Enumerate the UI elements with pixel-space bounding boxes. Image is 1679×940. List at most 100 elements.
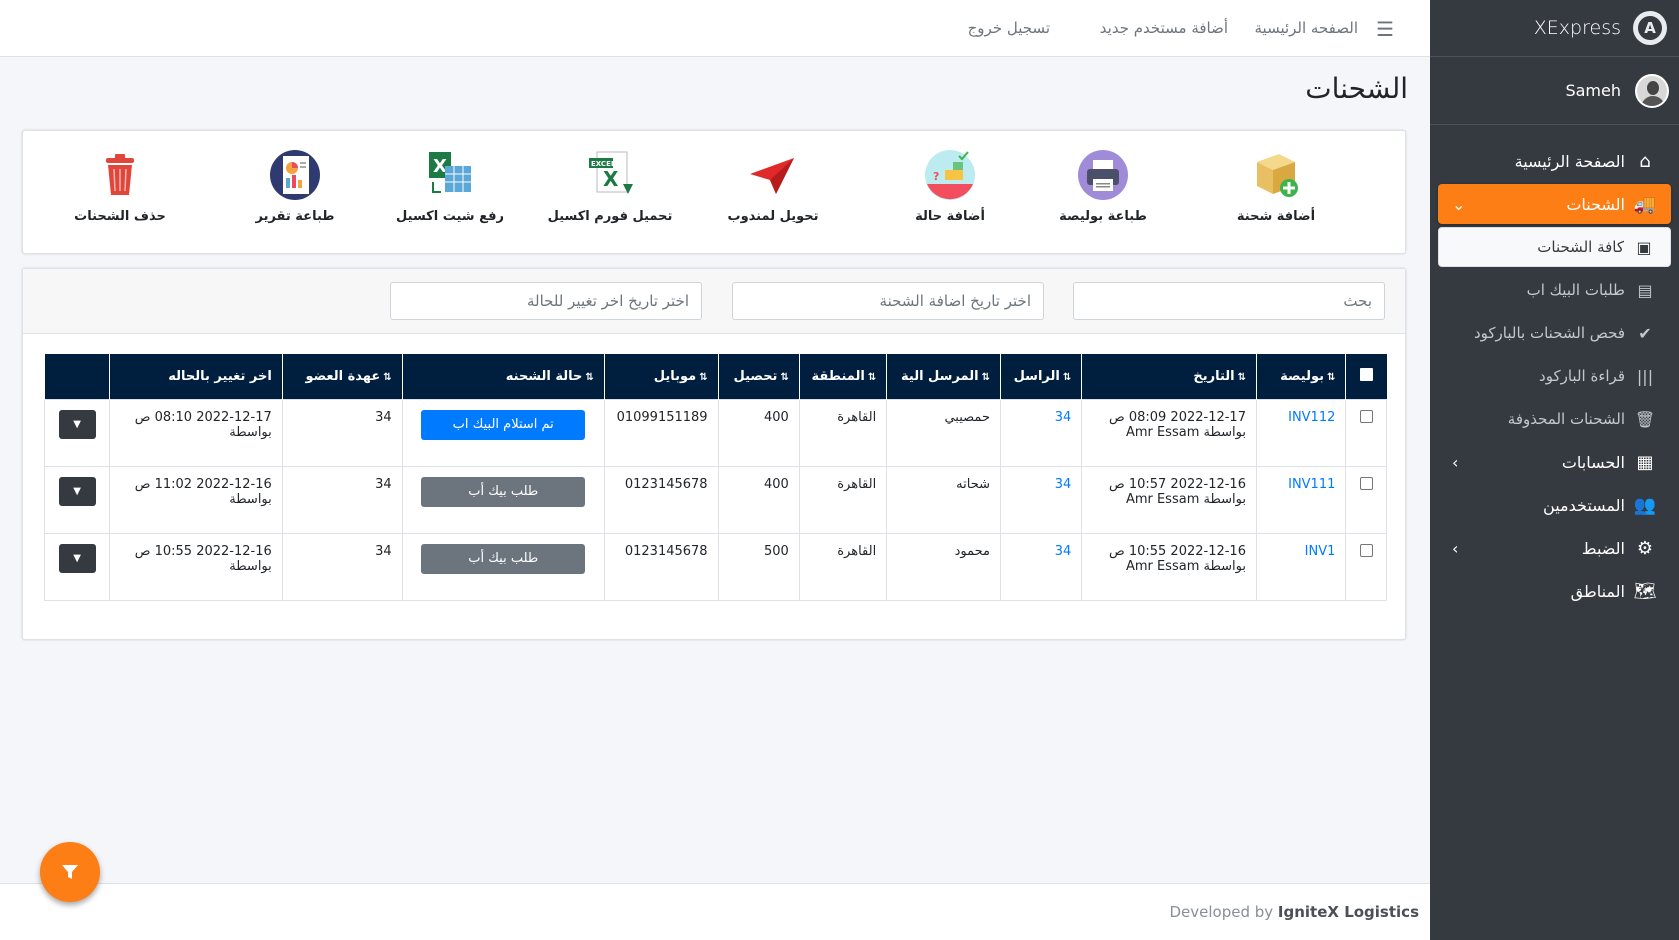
sidebar-item-deleted-shipments[interactable]: الشحنات المحذوفة 🗑 — [1438, 399, 1671, 439]
status-badge[interactable]: طلب بيك أب — [421, 476, 586, 507]
col-sender[interactable]: ⇅الراسل — [999, 354, 1082, 399]
sort-icon: ⇅ — [699, 371, 708, 383]
svg-text:?: ? — [933, 170, 939, 183]
sidebar-item-pickup-requests[interactable]: طلبات البيك اب ▤ — [1438, 270, 1671, 310]
tool-label: تحميل فورم اكسيل — [547, 209, 673, 224]
col-status[interactable]: ⇅حالة الشحنه — [401, 354, 605, 399]
row-checkbox[interactable] — [1359, 543, 1373, 557]
status-badge[interactable]: تم استلام البيك اب — [421, 409, 586, 440]
last-change-cell: 2022-12-16 11:02 ص — [134, 476, 272, 492]
excel-download-icon: EXCEL X — [535, 147, 685, 203]
sender-link[interactable]: 34 — [1055, 544, 1072, 559]
caret-down-icon: ▼ — [73, 485, 81, 497]
tool-label: طباعة بوليصة — [1059, 209, 1147, 224]
sidebar: XExpress A Sameh الصفحة الرئيسية ⌂ ⌄ الش… — [1430, 0, 1679, 940]
created-by: بواسطة Amr Essam — [1125, 424, 1246, 440]
brand-name: XExpress — [1533, 17, 1621, 39]
trash-can-icon — [45, 147, 195, 203]
print-policy-button[interactable]: طباعة بوليصة — [1028, 147, 1178, 224]
row-actions-dropdown-button[interactable]: ▼ — [58, 543, 96, 573]
col-date[interactable]: ⇅التاريخ — [1081, 354, 1257, 399]
brand[interactable]: XExpress A — [1430, 0, 1679, 57]
sidebar-item-shipments[interactable]: ⌄ الشحنات 🚚 — [1438, 184, 1671, 224]
policy-link[interactable]: INV112 — [1288, 410, 1335, 425]
sidebar-item-barcode-check[interactable]: فحص الشحنات بالباركود ✔ — [1438, 313, 1671, 353]
select-all-header[interactable] — [1345, 354, 1387, 399]
add-shipment-button[interactable]: أضافة شحنة — [1201, 147, 1351, 224]
recipient-cell: حمصيبي — [886, 398, 1001, 467]
select-all-checkbox[interactable] — [1359, 367, 1373, 381]
row-checkbox[interactable] — [1359, 409, 1373, 423]
table-row[interactable]: INV1 2022-12-16 10:55 ص بواسطة Amr Essam … — [43, 532, 1387, 601]
cog-icon: ⚙ — [1636, 537, 1654, 559]
sort-icon: ⇅ — [981, 371, 990, 383]
upload-excel-button[interactable]: X رفع شيت اكسيل — [375, 147, 525, 224]
table-row[interactable]: INV111 2022-12-16 10:57 ص بواسطة Amr Essa… — [43, 465, 1387, 534]
box-icon: ▣ — [1636, 237, 1652, 257]
delete-shipments-button[interactable]: حذف الشحنات — [45, 147, 195, 224]
sender-link[interactable]: 34 — [1055, 477, 1072, 492]
nav-logout-link[interactable]: تسجيل خروج — [968, 19, 1050, 37]
last-change-by: بواسطة — [229, 424, 272, 440]
region-cell: القاهرة — [798, 532, 888, 601]
print-report-button[interactable]: طباعة تقرير — [220, 147, 370, 224]
col-mobile[interactable]: ⇅موبايل — [603, 354, 719, 399]
policy-link[interactable]: INV111 — [1288, 477, 1335, 492]
nav-home-link[interactable]: الصفحه الرئيسية — [1255, 19, 1359, 37]
sidebar-item-barcode-read[interactable]: قراءة الباركود ||| — [1438, 356, 1671, 396]
sidebar-item-regions[interactable]: المناطق 🗺 — [1438, 571, 1671, 611]
search-input[interactable]: بحث — [1073, 282, 1385, 320]
filter-fab-button[interactable] — [40, 842, 100, 902]
filter-bar: بحث اختر تاريخ اضافة الشحنة اختر تاريخ ا… — [23, 269, 1405, 334]
sidebar-item-settings[interactable]: ‹ الضبط ⚙ — [1438, 528, 1671, 568]
sidebar-item-label: الصفحة الرئيسية — [1514, 151, 1625, 171]
filter-icon — [62, 865, 78, 879]
col-last-change[interactable]: اخر تغيير بالحاله — [109, 354, 283, 399]
recipient-cell: محمود — [886, 532, 1001, 601]
sidebar-item-label: كافة الشحنات — [1537, 238, 1624, 256]
menu-toggle-icon[interactable]: ☰ — [1376, 17, 1394, 41]
download-excel-form-button[interactable]: EXCEL X تحميل فورم اكسيل — [535, 147, 685, 224]
col-policy[interactable]: ⇅بوليصة — [1255, 354, 1346, 399]
row-actions-dropdown-button[interactable]: ▼ — [58, 476, 96, 506]
sidebar-item-all-shipments[interactable]: كافة الشحنات ▣ — [1438, 227, 1671, 267]
table-header-row: ⇅بوليصة ⇅التاريخ ⇅الراسل ⇅المرسل الية ⇅ا… — [43, 354, 1387, 399]
added-date-input[interactable]: اختر تاريخ اضافة الشحنة — [732, 282, 1044, 320]
sidebar-item-label: المناطق — [1570, 581, 1625, 601]
col-member[interactable]: ⇅عهدة العضو — [281, 354, 403, 399]
table-row[interactable]: INV112 2022-12-17 08:09 ص بواسطة Amr Essa… — [43, 398, 1387, 467]
sender-link[interactable]: 34 — [1055, 410, 1072, 425]
bus-icon: ▤ — [1637, 280, 1653, 300]
footer-credit: Developed by IgniteX Logistics — [1169, 903, 1419, 921]
sidebar-item-home[interactable]: الصفحة الرئيسية ⌂ — [1438, 141, 1671, 181]
caret-down-icon: ▼ — [73, 552, 81, 564]
sidebar-item-accounts[interactable]: ‹ الحسابات ▦ — [1438, 442, 1671, 482]
col-collection[interactable]: ⇅تحصيل — [717, 354, 800, 399]
tool-label: طباعة تقرير — [255, 209, 335, 224]
row-actions-dropdown-button[interactable]: ▼ — [58, 409, 96, 439]
paper-plane-icon — [698, 147, 848, 203]
col-region[interactable]: ⇅المنطقة — [798, 354, 887, 399]
mobile-cell: 01099151189 — [603, 398, 719, 467]
status-badge[interactable]: طلب بيك أب — [421, 543, 586, 574]
policy-link[interactable]: INV1 — [1305, 544, 1336, 559]
last-change-cell: 2022-12-16 10:55 ص — [134, 543, 272, 559]
chevron-left-icon: ‹ — [1452, 452, 1459, 472]
sidebar-item-label: الشحنات المحذوفة — [1507, 410, 1625, 428]
user-panel[interactable]: Sameh — [1430, 57, 1679, 125]
assign-courier-button[interactable]: تحويل لمندوب — [698, 147, 848, 224]
member-cell: 34 — [281, 465, 403, 534]
user-name[interactable]: Sameh — [1565, 81, 1621, 100]
sidebar-item-users[interactable]: المستخدمين 👥 — [1438, 485, 1671, 525]
mobile-cell: 0123145678 — [603, 465, 719, 534]
caret-down-icon: ▼ — [73, 418, 81, 430]
nav-add-user-link[interactable]: أضافة مستخدم جديد — [1100, 19, 1228, 37]
avatar[interactable] — [1635, 73, 1669, 108]
users-icon: 👥 — [1633, 494, 1657, 516]
col-recipient[interactable]: ⇅المرسل الية — [886, 354, 1001, 399]
region-cell: القاهرة — [798, 398, 888, 467]
add-status-button[interactable]: ? أضافة حالة — [875, 147, 1025, 224]
check-circle-icon: ✔ — [1638, 323, 1652, 343]
row-checkbox[interactable] — [1359, 476, 1373, 490]
status-date-input[interactable]: اختر تاريخ اخر تغيير للحالة — [390, 282, 702, 320]
